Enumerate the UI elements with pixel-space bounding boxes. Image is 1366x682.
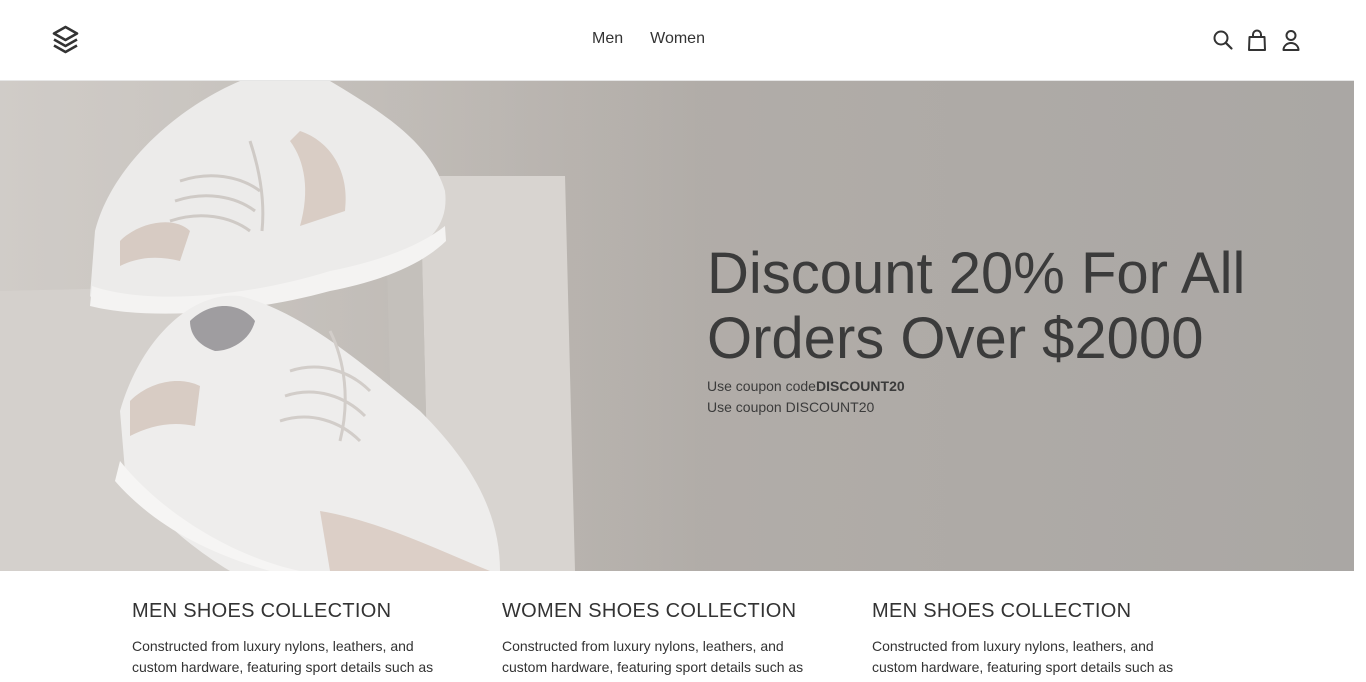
bag-icon[interactable] bbox=[1246, 28, 1268, 52]
collection-card[interactable]: MEN SHOES COLLECTION Constructed from lu… bbox=[872, 598, 1202, 682]
site-header: Men Women bbox=[0, 0, 1354, 81]
hero-title-line-2: Orders Over $2000 bbox=[707, 306, 1204, 371]
header-actions bbox=[1212, 28, 1302, 52]
search-icon[interactable] bbox=[1212, 28, 1234, 52]
coupon-line-secondary: Use coupon DISCOUNT20 bbox=[707, 399, 875, 415]
collection-description: Constructed from luxury nylons, leathers… bbox=[872, 638, 1174, 682]
collection-description: Constructed from luxury nylons, leathers… bbox=[132, 638, 434, 682]
hero-title-line-1: Discount 20% For All bbox=[707, 241, 1246, 306]
collections-section: MEN SHOES COLLECTION Constructed from lu… bbox=[132, 598, 1242, 682]
collection-title: MEN SHOES COLLECTION bbox=[872, 600, 1132, 622]
coupon-prefix: Use coupon code bbox=[707, 378, 816, 394]
nav-link-women[interactable]: Women bbox=[650, 30, 705, 48]
main-nav: Men Women bbox=[592, 30, 705, 48]
collection-title: MEN SHOES COLLECTION bbox=[132, 600, 392, 622]
coupon-line: Use coupon codeDISCOUNT20 bbox=[707, 376, 1327, 397]
hero-banner: Discount 20% For All Orders Over $2000 U… bbox=[0, 81, 1354, 571]
brand-logo-icon[interactable] bbox=[51, 25, 80, 56]
hero-content: Discount 20% For All Orders Over $2000 U… bbox=[707, 241, 1327, 418]
collection-title: WOMEN SHOES COLLECTION bbox=[502, 600, 797, 622]
collection-description: Constructed from luxury nylons, leathers… bbox=[502, 638, 804, 682]
coupon-code: DISCOUNT20 bbox=[815, 378, 905, 394]
collection-card[interactable]: WOMEN SHOES COLLECTION Constructed from … bbox=[502, 598, 832, 682]
hero-title: Discount 20% For All Orders Over $2000 bbox=[707, 241, 1327, 371]
user-icon[interactable] bbox=[1280, 28, 1302, 52]
collection-card[interactable]: MEN SHOES COLLECTION Constructed from lu… bbox=[132, 598, 462, 682]
nav-link-men[interactable]: Men bbox=[592, 30, 623, 48]
